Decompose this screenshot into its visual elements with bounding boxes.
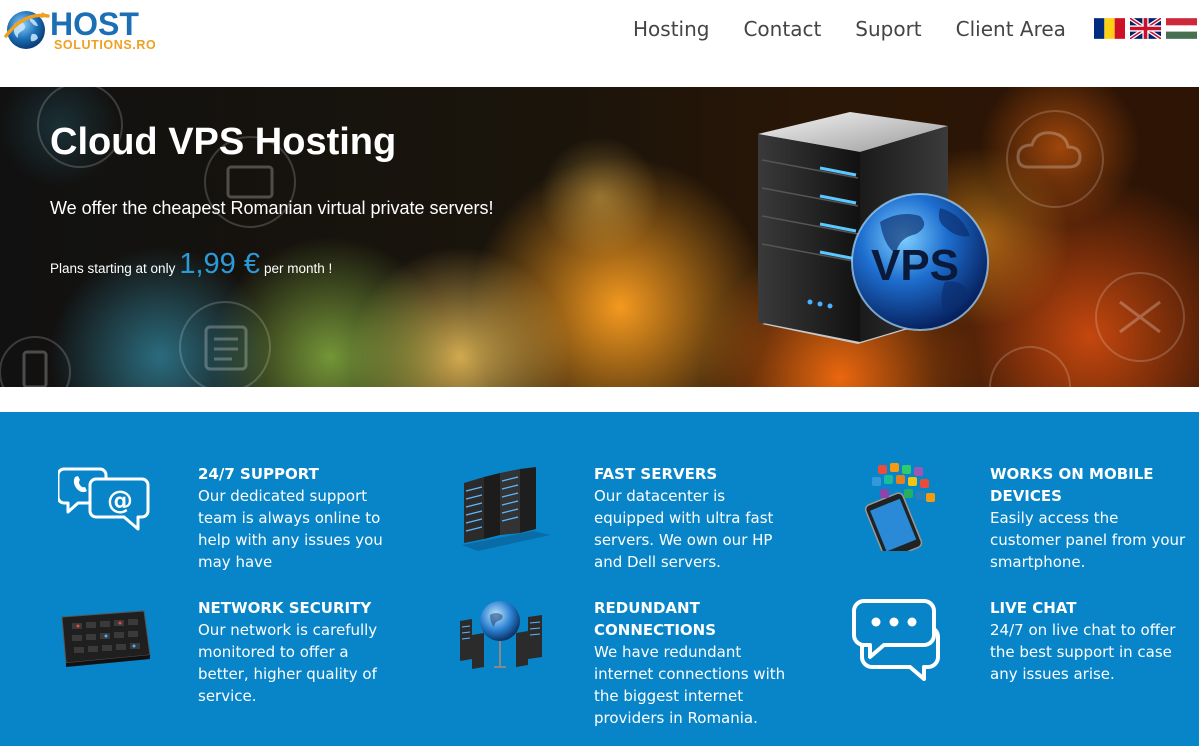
plans-prefix: Plans starting at only <box>50 261 176 276</box>
feature-network-security-title: NETWORK SECURITY <box>198 599 372 617</box>
server-rack-icon <box>462 467 550 551</box>
network-globe-icon <box>460 601 542 669</box>
site-header: HOST SOLUTIONS.RO Hosting Contact Suport… <box>0 0 1199 87</box>
feature-network-security-desc: Our network is carefully monitored to of… <box>198 621 378 705</box>
hero-banner: Cloud VPS Hosting We offer the cheapest … <box>0 87 1199 387</box>
feature-support-desc: Our dedicated support team is always onl… <box>198 487 383 571</box>
nav-hosting[interactable]: Hosting <box>616 16 726 42</box>
nav-contact[interactable]: Contact <box>726 16 838 42</box>
logo-host-text: HOST <box>50 6 139 42</box>
globe-logo-icon <box>4 11 50 49</box>
feature-fast-servers-desc: Our datacenter is equipped with ultra fa… <box>594 487 774 571</box>
feature-fast-servers-title: FAST SERVERS <box>594 465 718 483</box>
feature-redundant-connections-desc: We have redundant internet connections w… <box>594 643 786 727</box>
features-section: @ 24/7 SUPPORT Our dedicated support tea… <box>0 412 1199 746</box>
vps-badge-text: VPS <box>871 241 959 290</box>
svg-text:@: @ <box>107 486 133 516</box>
feature-redundant-connections-title: REDUNDANT CONNECTIONS <box>594 599 717 639</box>
feature-live-chat-title: LIVE CHAT <box>990 599 1077 617</box>
hungary-flag-icon[interactable] <box>1166 18 1197 39</box>
plans-price: 1,99 € <box>179 248 260 280</box>
hero-plans-line: Plans starting at only 1,99 € per month … <box>50 247 332 286</box>
hero-title: Cloud VPS Hosting <box>50 121 397 163</box>
vps-server-illustration: VPS <box>758 112 989 344</box>
site-logo[interactable]: HOST SOLUTIONS.RO <box>4 6 174 54</box>
feature-live-chat-desc: 24/7 on live chat to offer the best supp… <box>990 621 1176 683</box>
main-nav: Hosting Contact Suport Client Area <box>616 16 1083 42</box>
feature-mobile-desc: Easily access the customer panel from yo… <box>990 509 1186 571</box>
language-flags <box>1094 18 1197 39</box>
plans-suffix: per month ! <box>263 261 333 276</box>
logo-sub-text: SOLUTIONS.RO <box>54 38 157 52</box>
feature-support-title: 24/7 SUPPORT <box>198 465 319 483</box>
control-panel-icon <box>61 610 151 667</box>
uk-flag-icon[interactable] <box>1130 18 1161 39</box>
nav-suport[interactable]: Suport <box>838 16 938 42</box>
feature-mobile-title: WORKS ON MOBILE DEVICES <box>990 465 1154 505</box>
chat-email-icon: @ <box>58 467 150 531</box>
smartphone-apps-icon <box>864 463 935 551</box>
nav-client-area[interactable]: Client Area <box>939 16 1083 42</box>
speech-bubbles-icon <box>852 599 940 681</box>
hero-subtitle: We offer the cheapest Romanian virtual p… <box>50 198 494 218</box>
romania-flag-icon[interactable] <box>1094 18 1125 39</box>
